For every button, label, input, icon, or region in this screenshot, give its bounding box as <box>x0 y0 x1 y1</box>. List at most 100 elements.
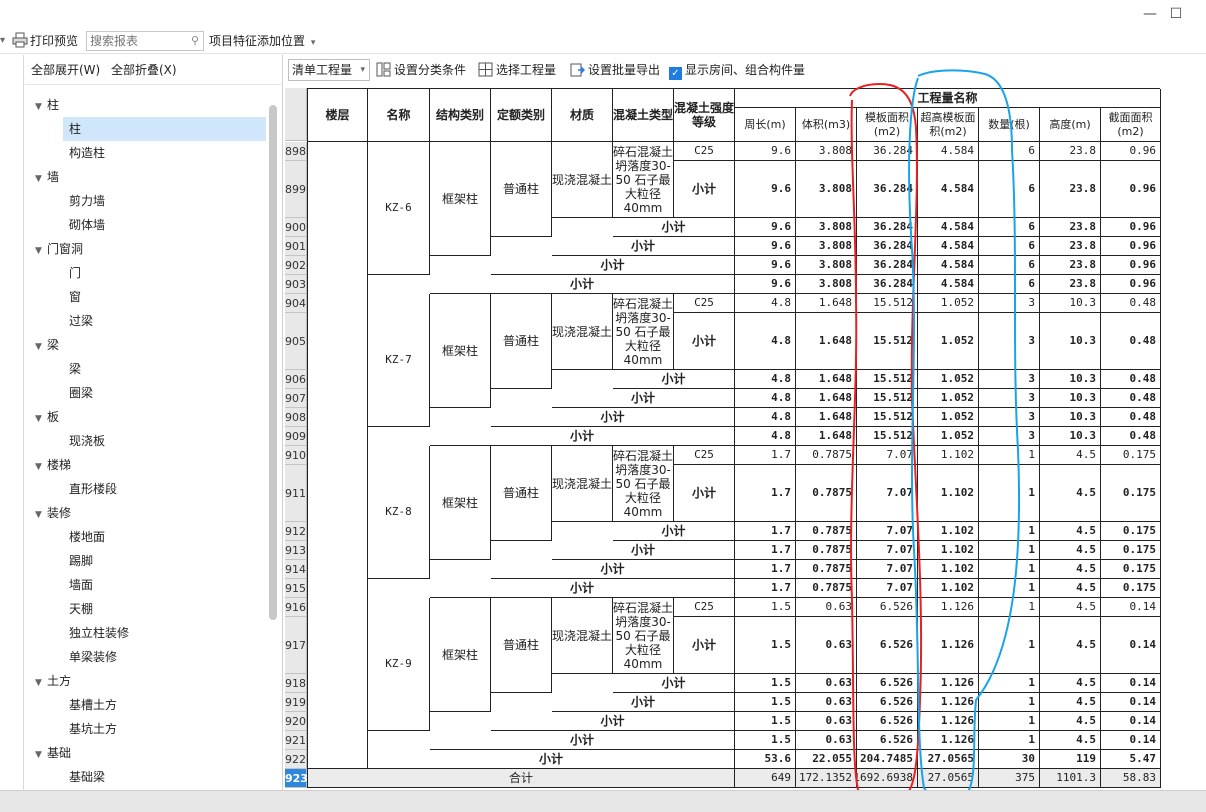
value-cell[interactable]: 4.584 <box>918 218 979 237</box>
row-number[interactable]: 902 <box>285 256 307 275</box>
value-cell[interactable]: 23.8 <box>1040 161 1101 218</box>
floor-cell[interactable] <box>308 142 368 769</box>
subtotal-label[interactable]: 小计 <box>430 579 735 598</box>
value-cell[interactable]: 10.3 <box>1040 294 1101 313</box>
value-cell[interactable]: 1 <box>979 712 1040 731</box>
subtotal-label[interactable]: 小计 <box>552 693 735 712</box>
value-cell[interactable]: 0.48 <box>1101 370 1161 389</box>
value-cell[interactable]: 7.07 <box>857 522 918 541</box>
value-cell[interactable]: 4.8 <box>735 294 796 313</box>
value-cell[interactable]: 4.8 <box>735 313 796 370</box>
batch-export-button[interactable]: 设置批量导出 <box>570 56 660 85</box>
value-cell[interactable]: 1.102 <box>918 446 979 465</box>
tree-item[interactable]: 现浇板 <box>63 429 266 453</box>
value-cell[interactable]: 23.8 <box>1040 275 1101 294</box>
value-cell[interactable]: 1692.6938 <box>857 769 918 788</box>
value-cell[interactable]: 10.3 <box>1040 427 1101 446</box>
row-number[interactable]: 921 <box>285 731 307 750</box>
value-cell[interactable]: 4.584 <box>918 161 979 218</box>
tree-item[interactable]: 天棚 <box>63 597 266 621</box>
value-cell[interactable]: 1.7 <box>735 522 796 541</box>
row-number[interactable]: 899 <box>285 161 307 218</box>
value-cell[interactable]: 1 <box>979 731 1040 750</box>
value-cell[interactable]: 3 <box>979 408 1040 427</box>
value-cell[interactable]: 4.5 <box>1040 560 1101 579</box>
concrete-type[interactable]: 碎石混凝土 坍落度30-50 石子最大粒径40mm <box>613 446 674 522</box>
value-cell[interactable]: 4.584 <box>918 256 979 275</box>
value-cell[interactable]: 1 <box>979 541 1040 560</box>
value-cell[interactable]: 375 <box>979 769 1040 788</box>
subtotal-label[interactable]: 小计 <box>613 218 735 237</box>
value-cell[interactable]: 6 <box>979 142 1040 161</box>
value-cell[interactable]: 36.284 <box>857 256 918 275</box>
value-cell[interactable]: 22.055 <box>796 750 857 769</box>
value-cell[interactable]: 1.052 <box>918 427 979 446</box>
search-input[interactable] <box>87 32 181 50</box>
value-cell[interactable]: 4.5 <box>1040 693 1101 712</box>
row-number[interactable]: 917 <box>285 617 307 674</box>
value-cell[interactable]: 1.5 <box>735 693 796 712</box>
tree-item[interactable]: 过梁 <box>63 309 266 333</box>
subtotal-label[interactable]: 小计 <box>613 522 735 541</box>
value-cell[interactable]: 9.6 <box>735 275 796 294</box>
quota-category[interactable]: 普通柱 <box>491 294 552 389</box>
collapse-arrow-icon[interactable]: ▼ <box>35 335 47 359</box>
value-cell[interactable]: 30 <box>979 750 1040 769</box>
row-number[interactable]: 904 <box>285 294 307 313</box>
value-cell[interactable]: 1.648 <box>796 427 857 446</box>
value-cell[interactable]: 10.3 <box>1040 408 1101 427</box>
collapse-arrow-icon[interactable]: ▼ <box>35 407 47 431</box>
value-cell[interactable]: 15.512 <box>857 408 918 427</box>
component-name[interactable]: KZ-9 <box>368 598 430 731</box>
value-cell[interactable]: 10.3 <box>1040 389 1101 408</box>
value-cell[interactable]: 6.526 <box>857 674 918 693</box>
value-cell[interactable]: 0.14 <box>1101 617 1161 674</box>
value-cell[interactable]: 1.102 <box>918 579 979 598</box>
quota-category[interactable]: 普通柱 <box>491 142 552 237</box>
row-number[interactable]: 900 <box>285 218 307 237</box>
tree-item[interactable]: 基础梁 <box>63 765 266 789</box>
subtotal-label[interactable]: 小计 <box>491 560 735 579</box>
value-cell[interactable]: 1.102 <box>918 560 979 579</box>
material[interactable]: 现浇混凝土 <box>552 294 613 370</box>
subtotal-label[interactable]: 小计 <box>430 731 735 750</box>
value-cell[interactable]: 4.5 <box>1040 446 1101 465</box>
value-cell[interactable]: 0.14 <box>1101 731 1161 750</box>
value-cell[interactable]: 1.7 <box>735 560 796 579</box>
value-cell[interactable]: 1.126 <box>918 598 979 617</box>
value-cell[interactable]: 4.5 <box>1040 522 1101 541</box>
value-cell[interactable]: 1.648 <box>796 408 857 427</box>
maximize-button[interactable]: ☐ <box>1166 4 1186 24</box>
collapse-arrow-icon[interactable]: ▼ <box>35 239 47 263</box>
subtotal-label[interactable]: 小计 <box>491 712 735 731</box>
subtotal-label[interactable]: 小计 <box>674 313 735 370</box>
row-number[interactable]: 920 <box>285 712 307 731</box>
value-cell[interactable]: 6.526 <box>857 598 918 617</box>
value-cell[interactable]: 0.63 <box>796 598 857 617</box>
value-cell[interactable]: 3 <box>979 389 1040 408</box>
value-cell[interactable]: 4.8 <box>735 408 796 427</box>
value-cell[interactable]: 0.96 <box>1101 256 1161 275</box>
subtotal-label[interactable]: 小计 <box>430 427 735 446</box>
value-cell[interactable]: 1.648 <box>796 389 857 408</box>
struct-category[interactable]: 框架柱 <box>430 598 491 712</box>
collapse-arrow-icon[interactable]: ▼ <box>35 167 47 191</box>
tree-item[interactable]: 楼地面 <box>63 525 266 549</box>
value-cell[interactable]: 1 <box>979 560 1040 579</box>
value-cell[interactable]: 1.126 <box>918 712 979 731</box>
value-cell[interactable]: 7.07 <box>857 541 918 560</box>
value-cell[interactable]: 3 <box>979 427 1040 446</box>
row-number[interactable]: 898 <box>285 142 307 161</box>
value-cell[interactable]: 23.8 <box>1040 237 1101 256</box>
row-number[interactable]: 922 <box>285 750 307 769</box>
value-cell[interactable]: 1 <box>979 598 1040 617</box>
collapse-arrow-icon[interactable]: ▼ <box>35 455 47 479</box>
print-preview-button[interactable]: 打印预览 <box>12 28 78 54</box>
value-cell[interactable]: 0.7875 <box>796 522 857 541</box>
row-number[interactable]: 916 <box>285 598 307 617</box>
value-cell[interactable]: 4.5 <box>1040 541 1101 560</box>
value-cell[interactable]: 9.6 <box>735 142 796 161</box>
row-number[interactable]: 915 <box>285 579 307 598</box>
value-cell[interactable]: 23.8 <box>1040 218 1101 237</box>
collapse-arrow-icon[interactable]: ▼ <box>35 95 47 119</box>
